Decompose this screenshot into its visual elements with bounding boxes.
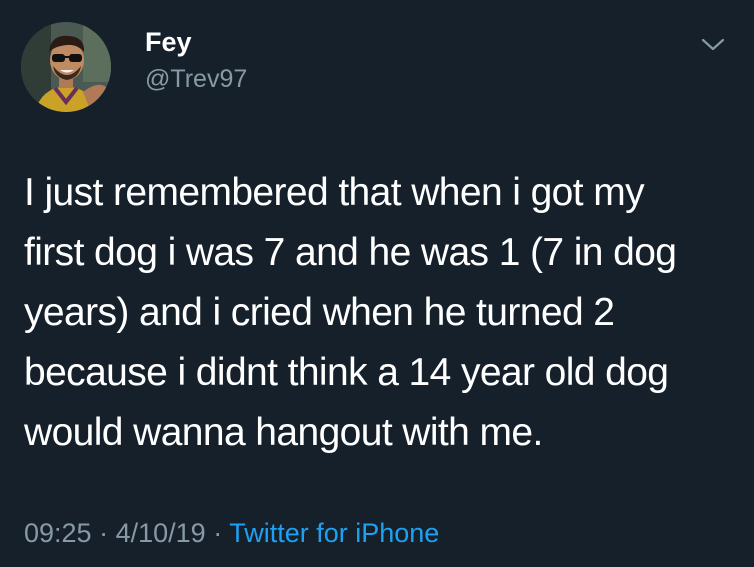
tweet-text-line: would wanna hangout with me. <box>24 411 543 454</box>
tweet-card: Fey @Trev97 I just remembered that when … <box>0 0 754 567</box>
tweet-date[interactable]: 4/10/19 <box>116 518 206 548</box>
author-handle[interactable]: @Trev97 <box>145 64 247 94</box>
avatar-photo-icon <box>21 22 111 112</box>
tweet-text-line: first dog i was 7 and he was 1 (7 in dog <box>24 231 677 274</box>
tweet-text-line: I just remembered that when i got my <box>24 171 645 214</box>
tweet-time[interactable]: 09:25 <box>24 518 92 548</box>
tweet-menu-button[interactable] <box>700 36 726 54</box>
tweet-text-line: because i didnt think a 14 year old dog <box>24 351 669 394</box>
tweet-text-line: years) and i cried when he turned 2 <box>24 291 615 334</box>
author-display-name[interactable]: Fey <box>145 26 192 58</box>
meta-separator: · <box>99 518 109 548</box>
meta-separator: · <box>213 518 223 548</box>
author-avatar[interactable] <box>21 22 111 112</box>
tweet-source-link[interactable]: Twitter for iPhone <box>229 518 439 548</box>
tweet-metadata: 09:25 · 4/10/19 · Twitter for iPhone <box>24 515 439 551</box>
chevron-down-icon <box>701 38 725 51</box>
tweet-body: I just remembered that when i got my fir… <box>24 163 739 463</box>
